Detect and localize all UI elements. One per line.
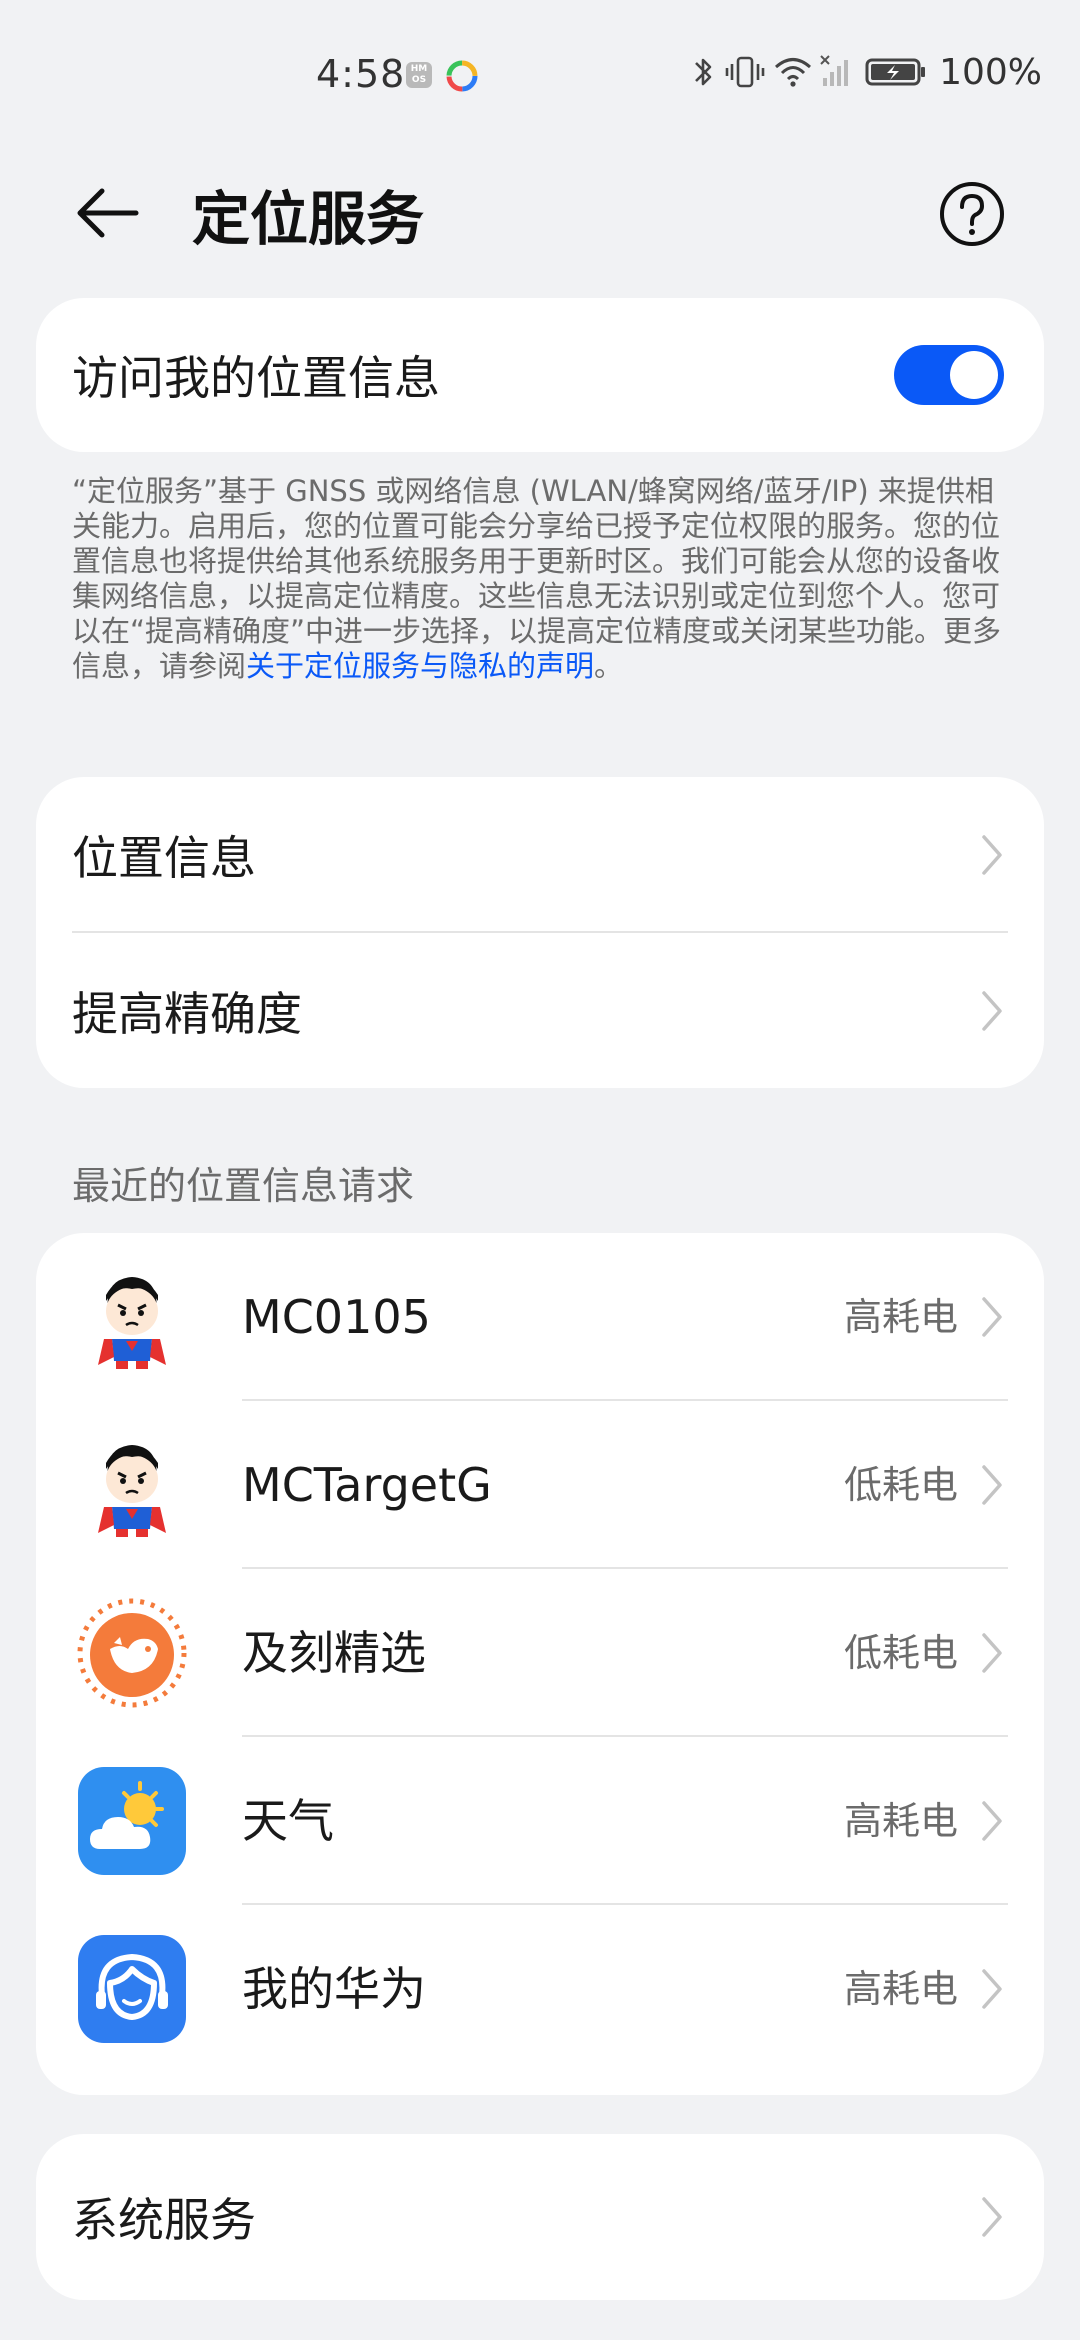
location-access-label: 访问我的位置信息 [72, 351, 440, 405]
app-name: 及刻精选 [242, 1626, 426, 1680]
bird-icon [77, 1598, 187, 1708]
chevron-right-icon [982, 1465, 1002, 1505]
bluetooth-icon [695, 58, 712, 86]
system-services-label: 系统服务 [72, 2193, 256, 2247]
superhero-icon [98, 1277, 166, 1369]
weather-icon [78, 1767, 186, 1875]
location-description: “定位服务”基于 GNSS 或网络信息 (WLAN/蜂窝网络/蓝牙/IP) 来提… [72, 474, 1008, 684]
signal-icon [820, 55, 849, 86]
location-info-row[interactable]: 位置信息 [36, 777, 1044, 933]
app-row-mctargetg[interactable]: MCTargetG 低耗电 [36, 1401, 1044, 1569]
privacy-statement-link[interactable]: 关于定位服务与隐私的声明 [246, 649, 594, 683]
battery-percentage: 100% [939, 51, 1042, 93]
app-row-my-huawei[interactable]: 我的华为 高耗电 [36, 1905, 1044, 2073]
toggle-knob [950, 351, 998, 399]
page-title: 定位服务 [192, 185, 425, 253]
chevron-right-icon [982, 1801, 1002, 1841]
app-name: MCTargetG [242, 1458, 492, 1512]
status-icons: 100% [691, 50, 1042, 94]
app-name: MC0105 [242, 1290, 431, 1344]
chevron-right-icon [982, 2197, 1002, 2237]
back-arrow-icon[interactable] [72, 178, 142, 248]
location-access-card: 访问我的位置信息 [36, 298, 1044, 452]
improve-accuracy-row[interactable]: 提高精确度 [36, 933, 1044, 1088]
superhero-icon [98, 1445, 166, 1537]
my-huawei-icon [78, 1935, 186, 2043]
system-services-card: 系统服务 [36, 2134, 1044, 2300]
power-usage-label: 低耗电 [843, 1631, 958, 1675]
app-row-mc0105[interactable]: MC0105 高耗电 [36, 1233, 1044, 1401]
app-notification-icon [446, 60, 478, 92]
system-services-row[interactable]: 系统服务 [36, 2134, 1044, 2300]
app-row-weather[interactable]: 天气 高耗电 [36, 1737, 1044, 1905]
chevron-right-icon [982, 835, 1002, 875]
location-info-label: 位置信息 [72, 831, 256, 885]
chevron-right-icon [982, 990, 1002, 1031]
battery-charging-icon [865, 58, 926, 86]
chevron-right-icon [982, 1297, 1002, 1337]
location-settings-card: 位置信息 提高精确度 [36, 777, 1044, 1088]
power-usage-label: 高耗电 [843, 1295, 958, 1339]
chevron-right-icon [982, 1969, 1002, 2009]
power-usage-label: 高耗电 [843, 1799, 958, 1843]
location-access-row[interactable]: 访问我的位置信息 [36, 298, 1044, 452]
description-suffix: 。 [594, 649, 624, 683]
help-icon[interactable] [938, 180, 1006, 248]
status-bar: 4:58 HM OS 100% [0, 0, 1080, 130]
hmos-icon: HM OS [406, 62, 432, 88]
improve-accuracy-label: 提高精确度 [72, 986, 302, 1041]
wifi-icon [775, 58, 812, 87]
app-name: 天气 [242, 1794, 334, 1848]
vibrate-icon [725, 56, 765, 88]
power-usage-label: 低耗电 [843, 1463, 958, 1507]
recent-requests-card: MC0105 高耗电 MCTargetG 低耗电 及刻精选 低耗电 天气 高耗电… [36, 1233, 1044, 2095]
app-name: 我的华为 [242, 1962, 426, 2016]
chevron-right-icon [982, 1633, 1002, 1673]
location-access-toggle[interactable] [894, 345, 1004, 405]
recent-requests-title: 最近的位置信息请求 [72, 1164, 415, 1208]
app-row-jike[interactable]: 及刻精选 低耗电 [36, 1569, 1044, 1737]
power-usage-label: 高耗电 [843, 1967, 958, 2011]
status-time: 4:58 [316, 52, 406, 96]
